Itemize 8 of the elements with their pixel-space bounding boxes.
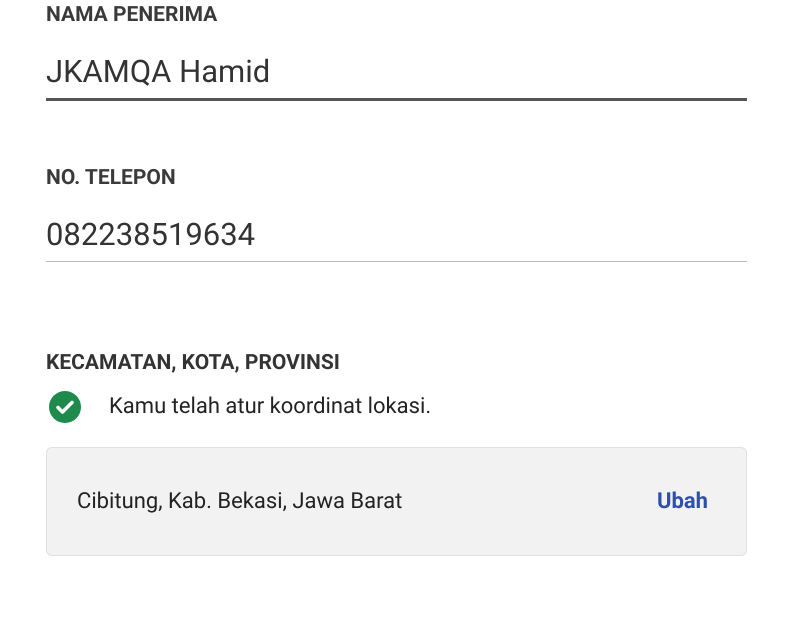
address-text: Cibitung, Kab. Bekasi, Jawa Barat [77, 488, 402, 516]
section-label: KECAMATAN, KOTA, PROVINSI [46, 350, 341, 376]
field-label: NAMA PENERIMA [46, 2, 218, 28]
status-text: Kamu telah atur koordinat lokasi. [109, 393, 432, 421]
field-label: NO. TELEPON [46, 165, 177, 191]
text-input[interactable]: 082238519634 [46, 215, 747, 262]
change-link[interactable]: Ubah [657, 485, 708, 518]
text-input[interactable]: JKAMQA Hamid [46, 52, 747, 101]
